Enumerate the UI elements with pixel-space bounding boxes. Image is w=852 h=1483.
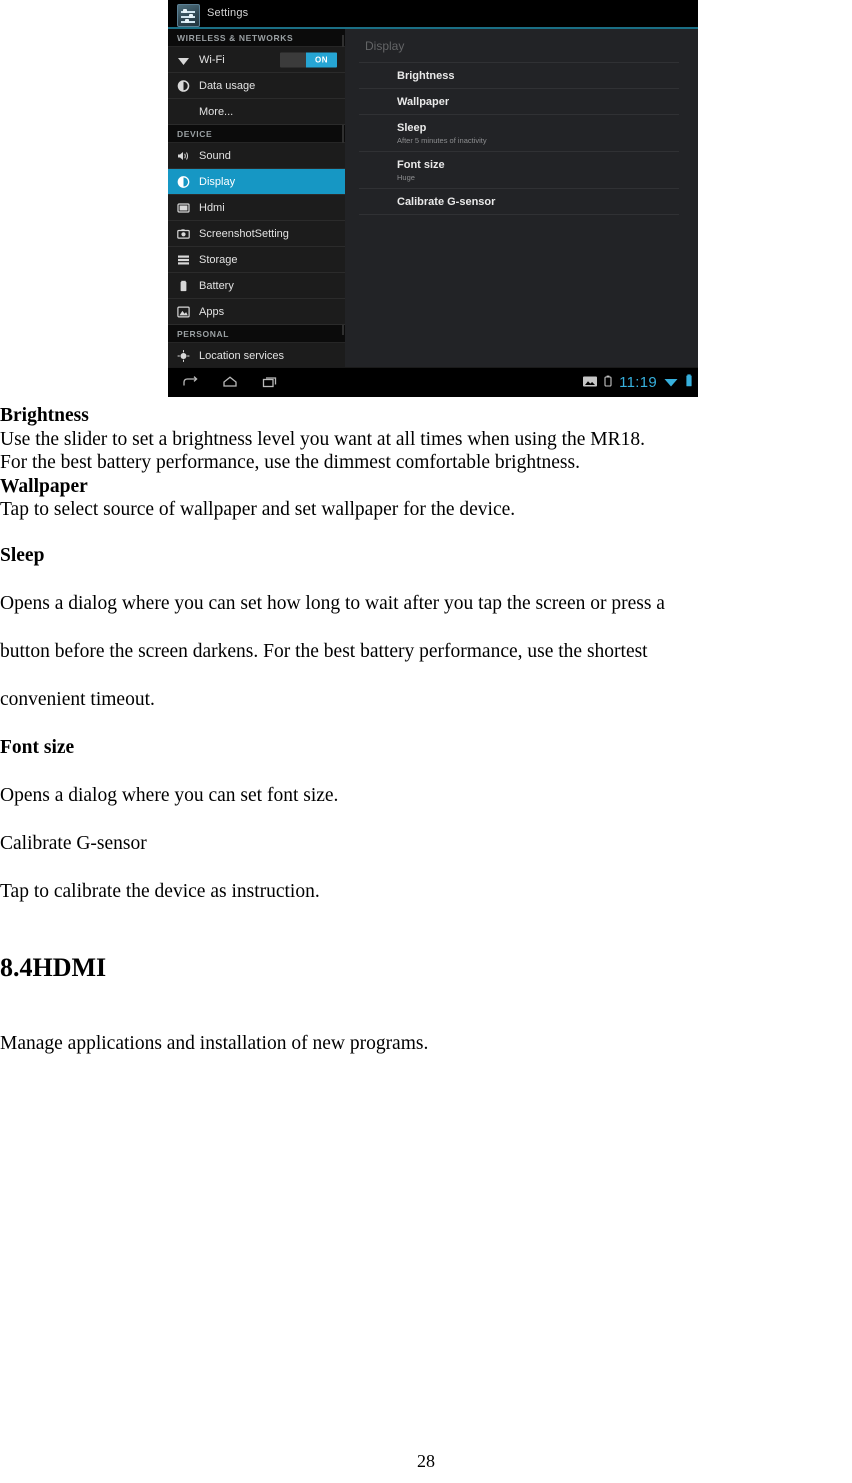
option-title: Wallpaper bbox=[397, 96, 450, 108]
sidebar-item-sound[interactable]: Sound bbox=[168, 143, 345, 169]
sidebar-section-personal: PERSONAL bbox=[168, 325, 345, 343]
wifi-icon bbox=[177, 53, 190, 66]
display-options-list: Brightness Wallpaper Sleep After 5 minut… bbox=[359, 62, 679, 216]
camera-icon bbox=[177, 227, 190, 240]
settings-sliders-icon bbox=[177, 4, 200, 27]
heading-wallpaper: Wallpaper bbox=[0, 475, 88, 497]
display-settings-panel: Display Brightness Wallpaper Sleep After… bbox=[345, 29, 698, 368]
option-row-brightness[interactable]: Brightness bbox=[359, 62, 679, 88]
back-icon[interactable] bbox=[182, 375, 198, 390]
paragraph-brightness-1: Use the slider to set a brightness level… bbox=[0, 428, 646, 450]
battery-status-icon bbox=[685, 373, 693, 392]
usb-icon bbox=[604, 374, 612, 392]
option-subtitle: After 5 minutes of inactivity bbox=[397, 136, 487, 145]
brightness-icon bbox=[177, 175, 190, 188]
app-title-bar: Settings bbox=[168, 0, 698, 29]
apps-icon bbox=[177, 305, 190, 318]
location-icon bbox=[177, 349, 190, 362]
sidebar-item-storage[interactable]: Storage bbox=[168, 247, 345, 273]
sidebar-item-label: Display bbox=[199, 176, 236, 188]
sidebar-item-wifi[interactable]: Wi-Fi ON bbox=[168, 47, 345, 73]
list-bottom-divider bbox=[359, 214, 679, 216]
option-title: Font size bbox=[397, 159, 445, 171]
sidebar-item-label: Data usage bbox=[199, 80, 256, 92]
sidebar-item-label: ScreenshotSetting bbox=[199, 228, 289, 240]
sidebar-item-screenshotsetting[interactable]: ScreenshotSetting bbox=[168, 221, 345, 247]
status-bar: 11:19 bbox=[583, 368, 693, 397]
sidebar-item-display[interactable]: Display bbox=[168, 169, 345, 195]
sidebar-item-label: Location services bbox=[199, 350, 284, 362]
sidebar-item-label: Apps bbox=[199, 306, 225, 318]
recents-icon[interactable] bbox=[262, 375, 278, 390]
monitor-icon bbox=[177, 201, 190, 214]
sidebar-item-more[interactable]: More... bbox=[168, 99, 345, 125]
heading-font-size: Font size bbox=[0, 736, 75, 758]
status-clock: 11:19 bbox=[619, 374, 657, 391]
paragraph-brightness-2: For the best battery performance, use th… bbox=[0, 452, 580, 473]
wifi-signal-icon bbox=[664, 374, 678, 392]
option-title: Sleep bbox=[397, 122, 427, 134]
sidebar-item-data-usage[interactable]: Data usage bbox=[168, 73, 345, 99]
option-row-calibrate-g-sensor[interactable]: Calibrate G-sensor bbox=[359, 188, 679, 214]
sidebar-item-hdmi[interactable]: Hdmi bbox=[168, 195, 345, 221]
page-number: 28 bbox=[417, 1451, 435, 1471]
paragraph-sleep-1: Opens a dialog where you can set how lon… bbox=[0, 592, 665, 614]
sidebar-item-apps[interactable]: Apps bbox=[168, 299, 345, 325]
panel-title: Display bbox=[365, 39, 405, 53]
sidebar-item-label: Wi-Fi bbox=[199, 54, 225, 66]
paragraph-wallpaper: Tap to select source of wallpaper and se… bbox=[0, 499, 516, 520]
option-row-sleep[interactable]: Sleep After 5 minutes of inactivity bbox=[359, 114, 679, 151]
document-body: Brightness Use the slider to set a brigh… bbox=[0, 404, 852, 1068]
paragraph-hdmi: Manage applications and installation of … bbox=[0, 1032, 429, 1054]
paragraph-sleep-2: button before the screen darkens. For th… bbox=[0, 640, 648, 662]
sidebar-item-label: Hdmi bbox=[199, 202, 225, 214]
sidebar-item-battery[interactable]: Battery bbox=[168, 273, 345, 299]
heading-sleep: Sleep bbox=[0, 544, 45, 566]
paragraph-font-size: Opens a dialog where you can set font si… bbox=[0, 784, 339, 806]
wifi-toggle[interactable]: ON bbox=[280, 52, 337, 67]
sidebar-section-wireless: WIRELESS & NETWORKS bbox=[168, 29, 345, 47]
speaker-icon bbox=[177, 149, 190, 162]
home-icon[interactable] bbox=[222, 375, 238, 390]
app-title: Settings bbox=[207, 7, 249, 19]
option-title: Brightness bbox=[397, 70, 455, 82]
option-row-wallpaper[interactable]: Wallpaper bbox=[359, 88, 679, 114]
battery-icon bbox=[177, 279, 190, 292]
sidebar-item-label: More... bbox=[199, 106, 234, 118]
wifi-toggle-state: ON bbox=[306, 52, 337, 67]
settings-sidebar[interactable]: WIRELESS & NETWORKS Wi-Fi ON Data usage … bbox=[168, 29, 345, 368]
paragraph-calibrate: Tap to calibrate the device as instructi… bbox=[0, 880, 320, 902]
heading-brightness: Brightness bbox=[0, 405, 89, 426]
heading-calibrate-g-sensor: Calibrate G-sensor bbox=[0, 832, 147, 854]
option-row-font-size[interactable]: Font size Huge bbox=[359, 151, 679, 188]
option-subtitle: Huge bbox=[397, 173, 415, 182]
paragraph-sleep-3: convenient timeout. bbox=[0, 688, 155, 710]
option-title: Calibrate G-sensor bbox=[397, 196, 496, 208]
sidebar-section-device: DEVICE bbox=[168, 125, 345, 143]
android-settings-screenshot: Settings WIRELESS & NETWORKS Wi-Fi ON Da… bbox=[168, 0, 698, 397]
sidebar-item-label: Storage bbox=[199, 254, 238, 266]
image-icon bbox=[583, 374, 598, 392]
storage-icon bbox=[177, 253, 190, 266]
android-navigation-bar: 11:19 bbox=[168, 367, 698, 397]
sidebar-item-label: Battery bbox=[199, 280, 234, 292]
data-usage-icon bbox=[177, 79, 190, 92]
sidebar-item-label: Sound bbox=[199, 150, 231, 162]
sidebar-item-location-services[interactable]: Location services bbox=[168, 343, 345, 368]
section-heading-hdmi: 8.4HDMI bbox=[0, 952, 107, 982]
